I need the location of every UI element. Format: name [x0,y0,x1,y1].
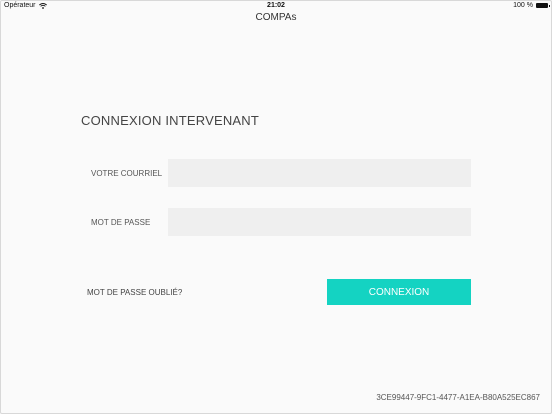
battery-icon [536,3,550,8]
clock: 21:02 [267,2,285,9]
login-heading: CONNEXION INTERVENANT [81,113,260,128]
connect-button[interactable]: CONNEXION [327,279,471,305]
battery-percent: 100 % [513,2,533,9]
password-label: MOT DE PASSE [91,218,151,227]
app-window [0,0,552,414]
password-field[interactable] [168,208,471,236]
email-field[interactable] [168,159,471,187]
app-title: COMPAs [255,12,297,23]
battery-area: 100 % [513,2,550,9]
forgot-password-link[interactable]: MOT DE PASSE OUBLIÉ? [87,288,182,297]
email-label: VOTRE COURRIEL [91,169,163,178]
device-id: 3CE99447-9FC1-4477-A1EA-B80A525EC867 [376,393,540,402]
status-bar: Opérateur 21:02 100 % [0,0,552,12]
